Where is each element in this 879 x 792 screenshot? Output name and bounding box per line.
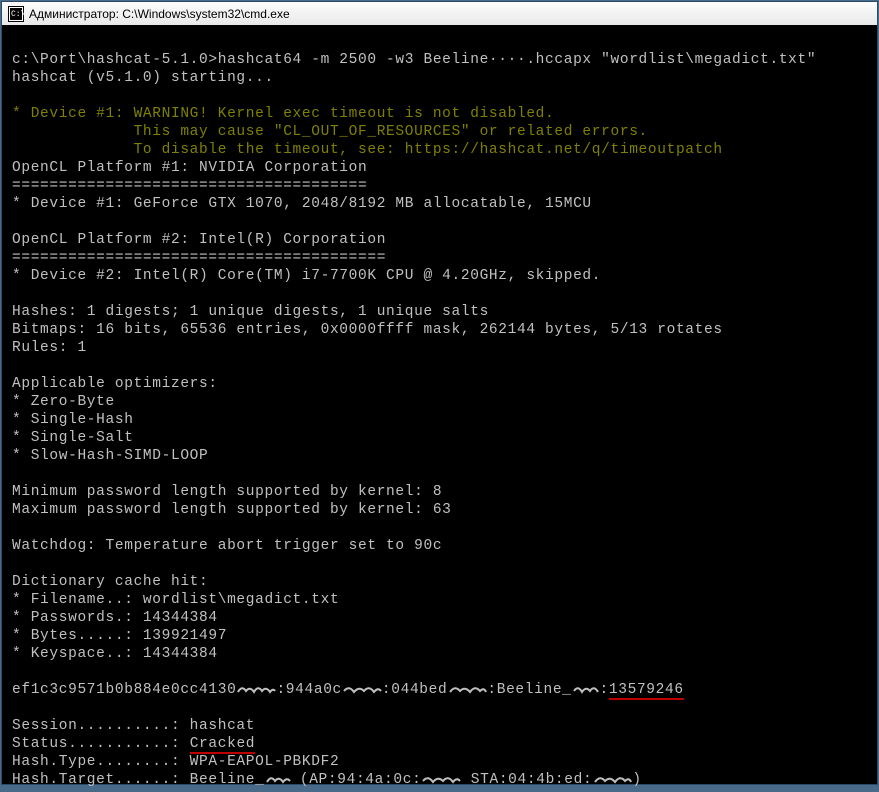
mac-fragment: :944a0c <box>276 682 341 698</box>
redacted-icon <box>447 683 487 695</box>
line: Hash.Type........: WPA-EAPOL-PBKDF2 <box>12 754 339 770</box>
warn-line: To disable the timeout, see: https://has… <box>12 142 723 158</box>
line: Bitmaps: 16 bits, 65536 entries, 0x0000f… <box>12 322 723 338</box>
line: OpenCL Platform #1: NVIDIA Corporation <box>12 160 367 176</box>
crack-line: ef1c3c9571b0b884e0cc4130 :944a0c :044bed :B… <box>12 682 684 698</box>
line: Dictionary cache hit: <box>12 574 208 590</box>
line: Session..........: hashcat <box>12 718 255 734</box>
cmd-icon: C:\ <box>8 6 24 22</box>
line: hashcat (v5.1.0) starting... <box>12 70 274 86</box>
redacted-icon <box>572 683 600 695</box>
status-line: Status...........: Cracked <box>12 736 255 754</box>
line: Minimum password length supported by ker… <box>12 484 442 500</box>
window-title: Администратор: C:\Windows\system32\cmd.e… <box>29 7 290 21</box>
titlebar[interactable]: C:\ Администратор: C:\Windows\system32\c… <box>2 2 877 26</box>
line: Maximum password length supported by ker… <box>12 502 452 518</box>
redacted-icon <box>592 773 632 785</box>
line: Watchdog: Temperature abort trigger set … <box>12 538 442 554</box>
line: * Device #1: GeForce GTX 1070, 2048/8192… <box>12 196 592 212</box>
line: ====================================== <box>12 178 367 194</box>
redacted-icon <box>342 683 382 695</box>
prompt-line: c:\Port\hashcat-5.1.0>hashcat64 -m 2500 … <box>12 52 816 68</box>
ssid-fragment: :Beeline_ <box>487 682 571 698</box>
redacted-icon <box>265 773 291 785</box>
warn-line: This may cause "CL_OUT_OF_RESOURCES" or … <box>12 124 648 140</box>
line: * Keyspace..: 14344384 <box>12 646 218 662</box>
terminal-output[interactable]: c:\Port\hashcat-5.1.0>hashcat64 -m 2500 … <box>2 25 877 784</box>
line: * Device #2: Intel(R) Core(TM) i7-7700K … <box>12 268 601 284</box>
line: * Passwords.: 14344384 <box>12 610 218 626</box>
line: * Single-Hash <box>12 412 134 428</box>
redacted-icon <box>421 773 461 785</box>
line: Hashes: 1 digests; 1 unique digests, 1 u… <box>12 304 489 320</box>
line: * Filename..: wordlist\megadict.txt <box>12 592 339 608</box>
cmd-window: C:\ Администратор: C:\Windows\system32\c… <box>1 1 878 785</box>
separator: : <box>600 682 609 698</box>
hash-fragment: ef1c3c9571b0b884e0cc4130 <box>12 682 236 698</box>
status-label: Status...........: <box>12 736 190 752</box>
status-value: Cracked <box>190 736 255 754</box>
line: * Bytes.....: 139921497 <box>12 628 227 644</box>
cracked-password: 13579246 <box>609 682 684 700</box>
mac-fragment: :044bed <box>382 682 447 698</box>
line: * Zero-Byte <box>12 394 115 410</box>
line: ======================================== <box>12 250 386 266</box>
line: * Slow-Hash-SIMD-LOOP <box>12 448 208 464</box>
line: * Single-Salt <box>12 430 134 446</box>
line: Rules: 1 <box>12 340 87 356</box>
line: Applicable optimizers: <box>12 376 218 392</box>
line: OpenCL Platform #2: Intel(R) Corporation <box>12 232 386 248</box>
redacted-icon <box>236 683 276 695</box>
warn-line: * Device #1: WARNING! Kernel exec timeou… <box>12 106 554 122</box>
svg-text:C:\: C:\ <box>11 10 24 19</box>
